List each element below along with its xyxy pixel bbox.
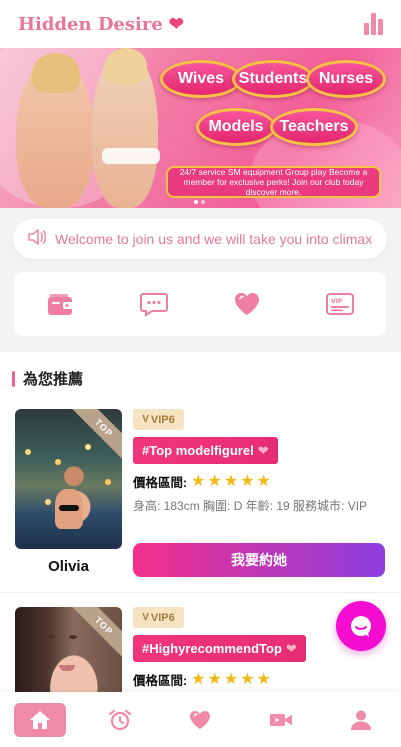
star-icon: ★: [240, 670, 255, 688]
quick-actions: VIP: [14, 272, 386, 336]
app-logo[interactable]: Hidden Desire ❤: [18, 14, 184, 35]
star-rating: ★ ★ ★ ★ ★: [191, 472, 271, 490]
svg-text:VIP: VIP: [331, 298, 343, 305]
video-camera-icon: [269, 713, 292, 726]
category-tag[interactable]: Models: [196, 108, 276, 146]
category-tag[interactable]: Wives: [160, 60, 242, 98]
star-icon: ★: [223, 472, 239, 490]
heart-icon: ❤: [257, 442, 269, 458]
star-icon: ★: [223, 670, 239, 688]
top-ribbon: TOP: [69, 409, 122, 463]
notice-text: Welcome to join us and we will take you …: [55, 231, 373, 247]
home-icon: [30, 710, 51, 729]
book-button[interactable]: 我要約她: [133, 543, 385, 577]
vip-badge: V VIP6: [133, 607, 184, 628]
divider: [0, 592, 401, 593]
heart-icon[interactable]: [227, 284, 267, 324]
heart-icon: [190, 710, 211, 729]
category-tag[interactable]: Nurses: [306, 60, 386, 98]
heart-icon: ❤: [285, 640, 297, 656]
alarm-clock-icon: [109, 709, 132, 730]
carousel-dots[interactable]: [194, 200, 205, 204]
heart-icon: ❤: [168, 13, 184, 35]
star-icon: ★: [207, 670, 222, 688]
speaker-icon: [27, 228, 47, 251]
vip-badge: V VIP6: [133, 409, 184, 430]
wallet-icon[interactable]: [41, 284, 81, 324]
star-icon: ★: [256, 670, 271, 688]
profile-photo[interactable]: TOP: [15, 409, 122, 549]
star-icon: ★: [207, 472, 222, 490]
tab-profile[interactable]: [335, 703, 387, 737]
star-icon: ★: [256, 472, 271, 490]
vip-card-icon[interactable]: VIP: [320, 284, 360, 324]
top-ribbon: TOP: [69, 607, 122, 661]
profile-title-chip: #Top modelfigurel ❤: [133, 437, 278, 464]
tab-alarm[interactable]: [94, 703, 146, 737]
notice-bar[interactable]: Welcome to join us and we will take you …: [13, 219, 387, 259]
banner-note: 24/7 service SM equipment Group play Bec…: [166, 166, 381, 198]
app-name: Hidden Desire: [18, 13, 163, 35]
chat-bubble-icon[interactable]: [134, 284, 174, 324]
profile-name: Olivia: [48, 558, 89, 575]
category-tag[interactable]: Teachers: [270, 108, 358, 146]
price-range: 價格區間: ★ ★ ★ ★ ★: [133, 472, 271, 490]
star-icon: ★: [191, 670, 206, 688]
profile-title-chip: #HighyrecommendTop ❤: [133, 635, 306, 662]
category-tag[interactable]: Students: [232, 60, 314, 98]
tab-favorites[interactable]: [174, 703, 226, 737]
section-title: 為您推薦: [12, 368, 83, 389]
recommend-section: 為您推薦 TOP Olivia V VIP6 #Top modelfigurel …: [0, 352, 401, 747]
bar-chart-icon[interactable]: [364, 13, 383, 35]
tab-video[interactable]: [255, 703, 307, 737]
star-icon: ★: [240, 472, 255, 490]
star-icon: ★: [191, 472, 206, 490]
star-rating: ★ ★ ★ ★ ★: [191, 670, 271, 688]
chat-support-button[interactable]: [336, 601, 386, 651]
promo-banner[interactable]: Wives Students Nurses Models Teachers 24…: [0, 48, 401, 208]
tab-home[interactable]: [14, 702, 67, 737]
app-header: Hidden Desire ❤: [0, 0, 401, 48]
user-icon: [350, 710, 371, 730]
bottom-tab-bar: [0, 692, 401, 747]
profile-meta: 身高: 183cm 胸圍: D 年齡: 19 服務城市: VIP: [133, 499, 368, 513]
chat-bubble-icon: [351, 616, 371, 637]
price-range: 價格區間: ★ ★ ★ ★ ★: [133, 670, 271, 688]
